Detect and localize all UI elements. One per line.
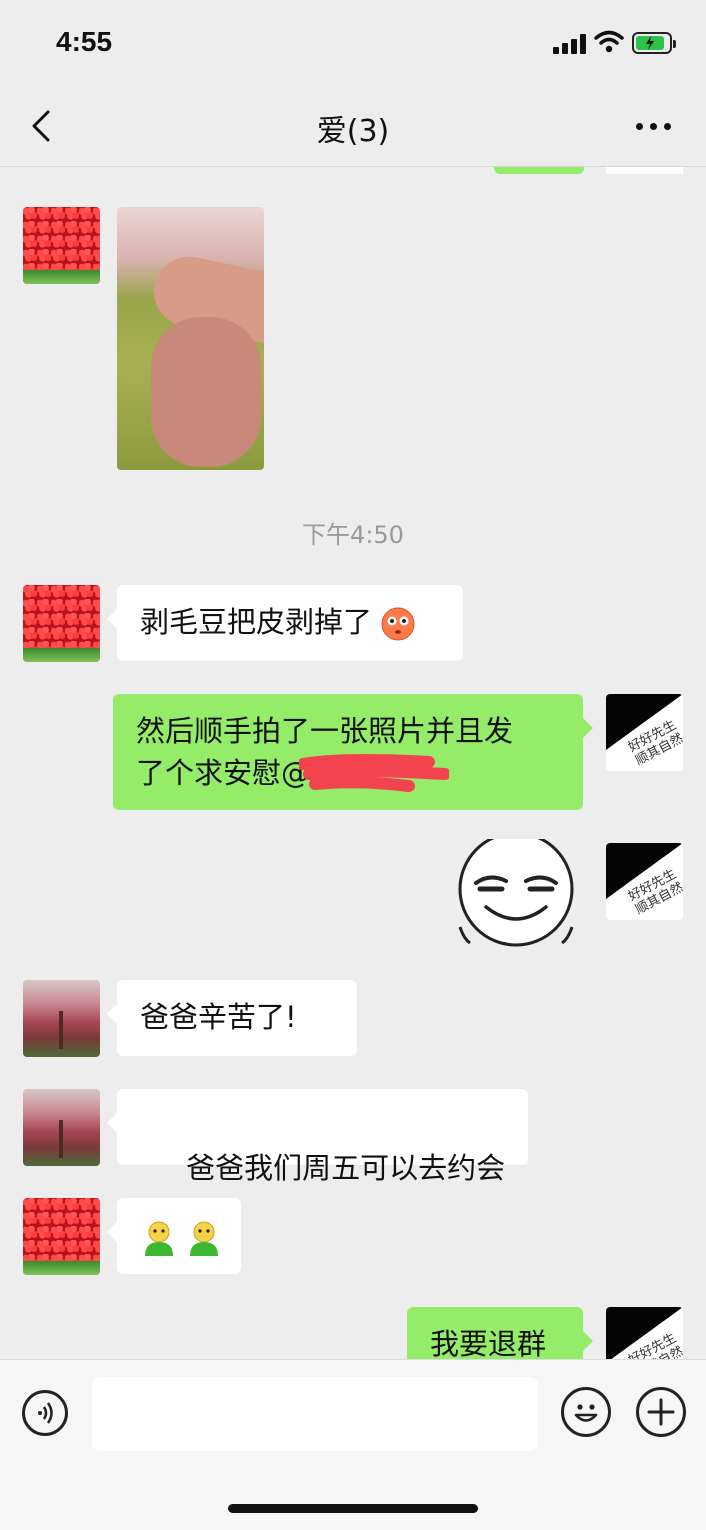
plus-icon[interactable] (636, 1387, 686, 1437)
avatar[interactable] (23, 980, 100, 1057)
status-time: 4:55 (56, 26, 113, 57)
emoji-man-icon (190, 1221, 219, 1256)
avatar-signature: 好好先生 顺其自然 (626, 717, 683, 769)
input-bar (0, 1359, 706, 1530)
emoji-man-icon (145, 1221, 173, 1256)
emoji-icon[interactable] (561, 1387, 611, 1437)
redaction-scribble (299, 754, 449, 792)
previous-message-bubble (494, 167, 584, 174)
chat-title: 爱(3) (316, 114, 390, 149)
message-text: 然后顺手拍了一张照片并且发 (136, 714, 514, 748)
previous-avatar (606, 167, 683, 174)
avatar[interactable] (23, 1089, 100, 1166)
message-list[interactable]: 下午4:50 剥毛豆把皮剥掉了 然后顺手拍了一张照片并且发 了个求安慰@ 好好先… (0, 167, 706, 1359)
avatar[interactable] (23, 207, 100, 284)
wifi-icon (594, 30, 624, 53)
message-input[interactable] (92, 1377, 538, 1451)
message-bubble[interactable] (107, 1198, 241, 1274)
avatar-signature: 好好先生 顺其自然 (626, 866, 683, 918)
message-bubble-self[interactable]: 我要退群 (407, 1307, 593, 1359)
message-text: 爸爸辛苦了! (140, 1000, 297, 1034)
voice-icon[interactable] (22, 1390, 68, 1436)
status-bar: 4:55 (0, 0, 706, 88)
message-bubble-self[interactable]: 然后顺手拍了一张照片并且发 了个求安慰@ (113, 694, 593, 810)
avatar-self[interactable]: 好好先生 顺其自然 (606, 694, 683, 771)
photo-message[interactable] (117, 207, 264, 470)
message-bubble[interactable]: 爸爸辛苦了! (107, 980, 357, 1056)
avatar-signature: 好好先生 顺其自然 (626, 1330, 683, 1359)
message-text: 爸爸我们周五可以去约会 (176, 1151, 506, 1185)
avatar-self[interactable]: 好好先生 顺其自然 (606, 843, 683, 920)
avatar[interactable] (23, 585, 100, 662)
chat-header: 爱(3) (0, 88, 706, 167)
battery-icon (632, 32, 676, 54)
message-bubble[interactable]: 爸爸我们周五可以去约会 (107, 1089, 528, 1185)
message-bubble[interactable]: 剥毛豆把皮剥掉了 (107, 585, 463, 661)
more-icon[interactable] (634, 110, 674, 140)
smirk-sticker[interactable] (454, 839, 578, 949)
message-text: 我要退群 (430, 1327, 547, 1359)
avatar-self[interactable]: 好好先生 顺其自然 (606, 1307, 683, 1359)
flushed-face-icon (381, 607, 415, 641)
home-indicator (228, 1504, 478, 1513)
avatar[interactable] (23, 1198, 100, 1275)
message-timestamp: 下午4:50 (302, 521, 404, 549)
message-text: 剥毛豆把皮剥掉了 (140, 605, 373, 639)
signal-icon (553, 34, 587, 54)
